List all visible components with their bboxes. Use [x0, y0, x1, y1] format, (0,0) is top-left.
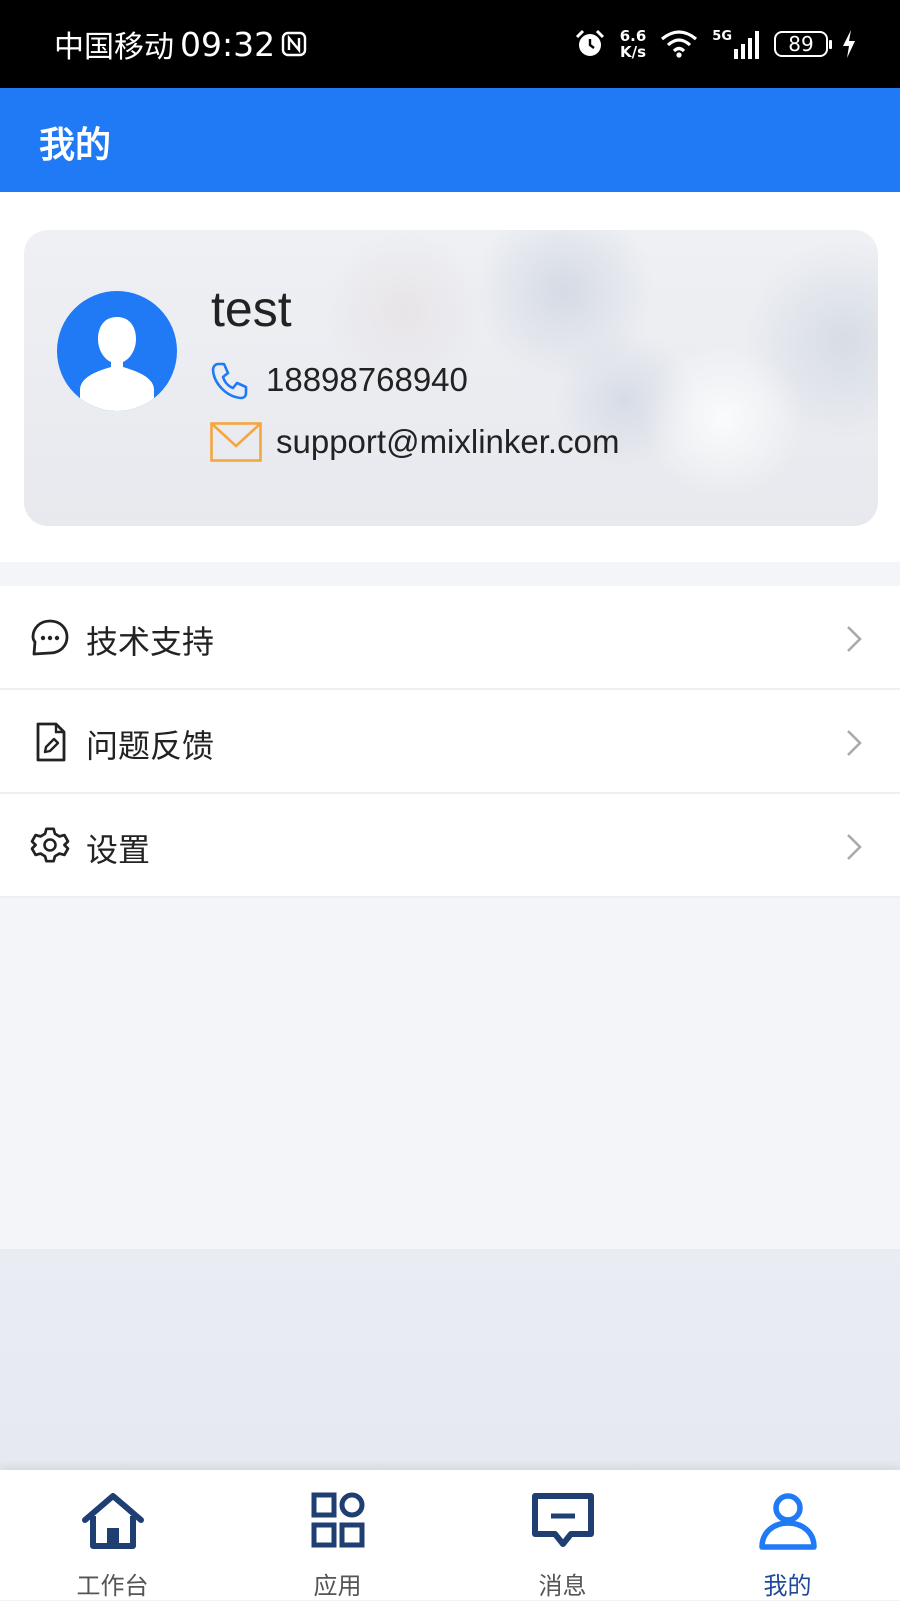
menu-item-tech-support[interactable]: 技术支持: [0, 586, 900, 690]
charging-icon: [843, 30, 855, 58]
tab-label-me: 我的: [763, 1572, 812, 1600]
menu-list: 技术支持 问题反馈 设置: [0, 586, 900, 898]
chevron-right-icon: [847, 626, 862, 652]
email-row: support@mixlinker.com: [210, 422, 619, 462]
tab-workbench[interactable]: 工作台: [0, 1470, 225, 1600]
wifi-icon: [661, 30, 698, 58]
menu-item-feedback[interactable]: 问题反馈: [0, 690, 900, 794]
tab-apps[interactable]: 应用: [225, 1470, 450, 1600]
tab-label-messages: 消息: [538, 1572, 587, 1600]
tab-messages[interactable]: 消息: [450, 1470, 675, 1600]
tab-label-workbench: 工作台: [76, 1572, 149, 1600]
profile-card[interactable]: test 18898768940 support@mixlinker.com: [24, 230, 878, 526]
status-bar: 中国移动 09:32 6.6 K/s 5G 89: [0, 0, 900, 88]
status-left: 中国移动 09:32: [54, 22, 307, 66]
email-address: support@mixlinker.com: [276, 423, 620, 460]
menu-label-feedback: 问题反馈: [86, 727, 215, 765]
status-right: 6.6 K/s 5G 89: [574, 22, 856, 66]
net-speed: 6.6 K/s: [620, 28, 647, 60]
app-header: 我的: [0, 88, 900, 192]
menu-label-tech-support: 技术支持: [86, 623, 215, 661]
phone-icon: [211, 362, 248, 400]
phone-number: 18898768940: [266, 361, 468, 398]
signal-indicator: 5G: [712, 29, 760, 59]
phone-row: 18898768940: [210, 360, 468, 400]
network-type: 5G: [712, 29, 732, 44]
menu-item-settings[interactable]: 设置: [0, 794, 900, 898]
message-icon: [531, 1493, 594, 1547]
alarm-icon: [575, 29, 604, 56]
net-speed-unit: K/s: [619, 43, 646, 61]
avatar-person-icon: [80, 317, 154, 411]
battery-level: 89: [788, 32, 814, 56]
home-icon: [81, 1493, 144, 1549]
carrier-label: 中国移动: [54, 30, 174, 65]
tab-bar: 工作台 应用 消息 我的: [0, 1470, 900, 1600]
signal-bars-icon: [734, 31, 759, 59]
tab-label-apps: 应用: [313, 1572, 362, 1600]
net-speed-value: 6.6: [619, 27, 647, 45]
menu-label-settings: 设置: [86, 831, 151, 869]
email-icon: [210, 422, 262, 462]
apps-grid-icon: [311, 1492, 364, 1548]
chevron-right-icon: [847, 730, 862, 756]
clock: 09:32: [180, 24, 276, 64]
page-title: 我的: [39, 125, 112, 166]
person-icon: [758, 1493, 817, 1550]
battery-indicator: 89: [774, 31, 832, 57]
chevron-right-icon: [847, 834, 862, 860]
gear-icon: [30, 827, 70, 863]
content-background: [0, 1249, 900, 1470]
chat-bubble-icon: [31, 619, 69, 656]
tab-me[interactable]: 我的: [675, 1470, 900, 1600]
nfc-icon: [281, 31, 307, 57]
user-name: test: [211, 281, 292, 337]
avatar[interactable]: [57, 291, 177, 411]
document-edit-icon: [36, 722, 66, 762]
